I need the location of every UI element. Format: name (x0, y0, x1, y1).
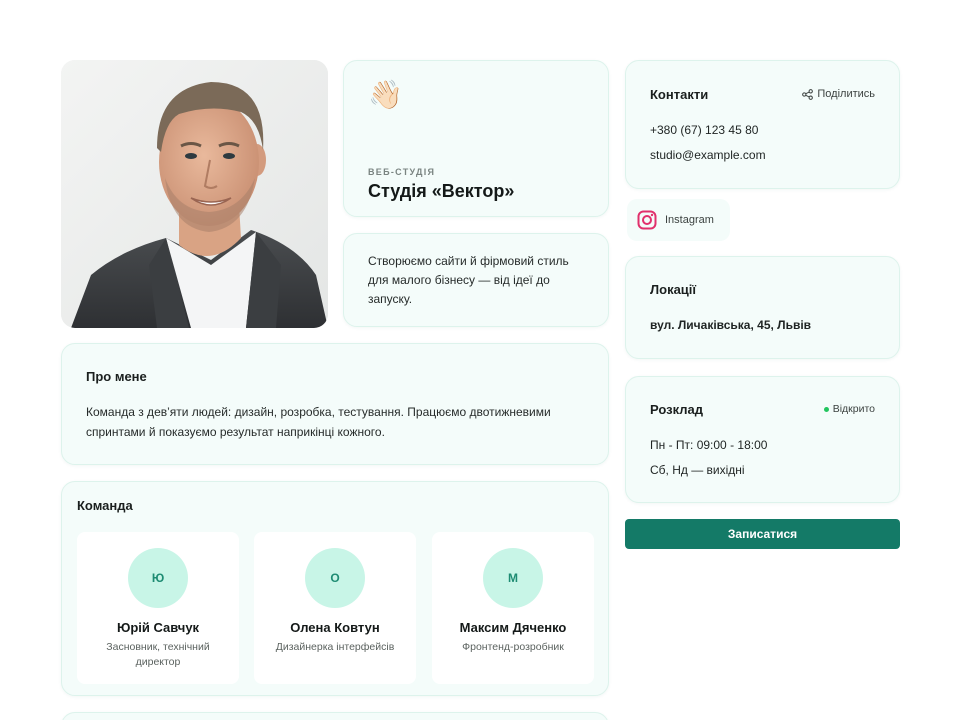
contacts-title: Контакти (650, 87, 709, 102)
locations-card: Локації вул. Личаківська, 45, Львів (625, 256, 900, 359)
team-title: Команда (77, 498, 133, 513)
instagram-icon (637, 210, 657, 230)
share-label: Поділитись (817, 88, 875, 100)
member-role: Засновник, технічний директор (106, 641, 210, 668)
member-name: Юрій Савчук (116, 620, 200, 635)
wave-icon: 👋🏻 (368, 79, 403, 110)
member-role: Фронтенд-розробник (462, 641, 564, 653)
member-name: Максим Дяченко (459, 620, 567, 635)
instagram-link[interactable]: Instagram (627, 199, 730, 241)
contacts-card: Контакти Поділитись +380 (67) 123 45 80 … (625, 60, 900, 189)
weekday-hours: Пн - Пт: 09:00 - 18:00 (650, 438, 768, 452)
member-role: Дизайнерка інтерфейсів (275, 641, 395, 653)
about-title: Про мене (86, 369, 147, 384)
member-name: Олена Ковтун (290, 620, 380, 635)
phone-link[interactable]: +380 (67) 123 45 80 (650, 123, 758, 137)
email-link[interactable]: studio@example.com (650, 148, 766, 162)
locations-title: Локації (650, 282, 697, 297)
status-badge: Відкрито (823, 403, 875, 415)
profile-photo (61, 60, 328, 328)
status-label: Відкрито (832, 403, 875, 415)
status-dot-icon (823, 406, 829, 412)
avatar: О (305, 548, 365, 608)
studio-category: ВЕБ-СТУДІЯ (368, 167, 436, 177)
studio-hero-card: 👋🏻 ВЕБ-СТУДІЯ Студія «Вектор» (343, 60, 609, 217)
avatar: М (483, 548, 543, 608)
about-text: Команда з дев’яти людей: дизайн, розробк… (86, 405, 551, 439)
address-text: вул. Личаківська, 45, Львів (650, 318, 812, 332)
team-member-card[interactable]: Ю Юрій Савчук Засновник, технічний дирек… (77, 532, 239, 684)
tagline-text: Створюємо сайти й фірмовий стиль для мал… (368, 254, 569, 306)
share-button[interactable]: Поділитись (802, 88, 875, 100)
instagram-label: Instagram (665, 214, 714, 226)
team-member-card[interactable]: О Олена Ковтун Дизайнерка інтерфейсів (254, 532, 416, 684)
schedule-card: Розклад Відкрито Пн - Пт: 09:00 - 18:00 … (625, 376, 900, 503)
tagline-card: Створюємо сайти й фірмовий стиль для мал… (343, 233, 609, 327)
portrait-image (61, 60, 328, 328)
next-section-card (61, 712, 609, 720)
team-member-card[interactable]: М Максим Дяченко Фронтенд-розробник (432, 532, 594, 684)
schedule-title: Розклад (650, 402, 703, 417)
share-icon (802, 88, 814, 100)
avatar: Ю (128, 548, 188, 608)
book-button[interactable]: Записатися (625, 519, 900, 549)
studio-name: Студія «Вектор» (368, 181, 515, 201)
weekend-hours: Сб, Нд — вихідні (650, 463, 745, 477)
about-card: Про мене Команда з дев’яти людей: дизайн… (61, 343, 609, 465)
